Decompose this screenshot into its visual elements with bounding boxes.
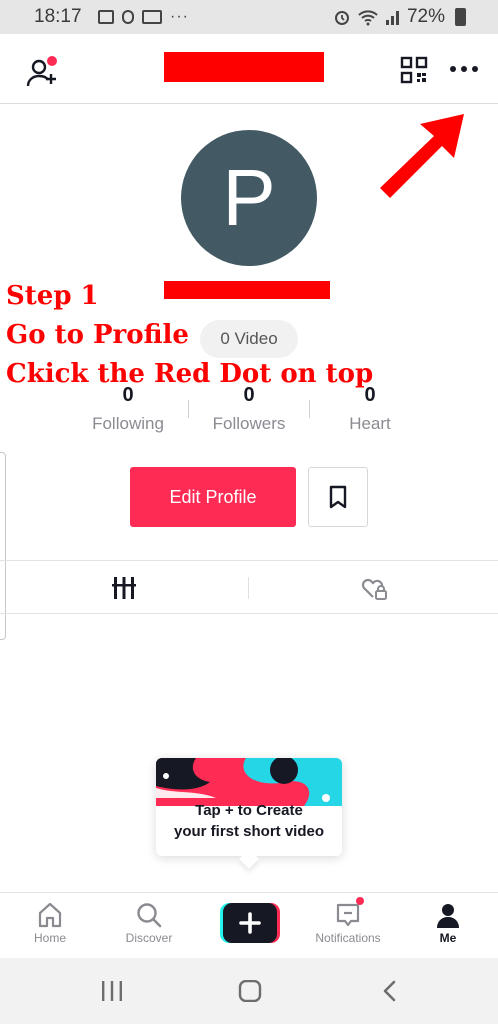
status-bar: 18:17 ··· 72% [0, 0, 498, 34]
liked-private-icon[interactable] [360, 575, 388, 601]
qr-code-icon[interactable] [400, 56, 428, 84]
nav-discover[interactable]: Discover [104, 901, 194, 945]
nav-me-label: Me [439, 931, 457, 945]
search-icon [137, 903, 162, 928]
tip-text: Tap + to Create your first short video [156, 800, 342, 842]
status-notification-icons: ··· [98, 8, 189, 26]
recent-apps-icon[interactable] [100, 980, 124, 1002]
wifi-icon [358, 10, 378, 26]
stat-value: 0 [243, 384, 255, 406]
tip-line-1: Tap + to Create [195, 802, 303, 819]
more-notifications-icon: ··· [170, 8, 189, 25]
stat-label: Following [92, 414, 164, 433]
nav-discover-label: Discover [125, 931, 173, 945]
battery-icon [455, 8, 466, 26]
edit-profile-button[interactable]: Edit Profile [130, 467, 296, 527]
step-title: Step 1 [6, 281, 99, 311]
tip-illustration [156, 758, 342, 806]
inbox-icon [336, 903, 360, 927]
username-redaction [164, 52, 324, 82]
tip-pointer [239, 849, 259, 869]
card-icon [142, 10, 162, 24]
nav-me[interactable]: Me [403, 901, 493, 945]
back-icon[interactable] [380, 980, 400, 1002]
create-plus-button[interactable] [220, 903, 280, 943]
step-line-1: Go to Profile [6, 320, 189, 350]
status-right: 72% [333, 6, 466, 28]
gallery-icon [98, 10, 114, 24]
nav-home[interactable]: Home [5, 901, 95, 945]
step-annotation: Step 1 Go to Profile Ckick the Red Dot o… [6, 277, 373, 394]
favorites-button[interactable] [308, 467, 368, 527]
avatar[interactable]: P [181, 130, 317, 266]
stat-value: 0 [122, 384, 134, 406]
nav-home-label: Home [33, 931, 66, 945]
battery-percent: 72% [406, 6, 445, 27]
bookmark-icon [329, 485, 347, 509]
app-notification-icon [122, 10, 134, 24]
nav-notifications[interactable]: Notifications [303, 897, 393, 945]
home-icon [38, 902, 62, 928]
system-nav-bar [0, 958, 498, 1024]
stat-heart[interactable]: 0 Heart [309, 384, 431, 434]
videos-grid-icon[interactable] [112, 577, 136, 599]
person-add-icon[interactable] [24, 54, 60, 90]
stat-followers[interactable]: 0 Followers [188, 384, 310, 434]
status-time: 18:17 [34, 6, 82, 27]
avatar-letter: P [222, 153, 276, 242]
create-tip-card[interactable]: Tap + to Create your first short video [156, 758, 342, 869]
nav-notifications-label: Notifications [315, 931, 381, 945]
tab-divider [248, 577, 249, 599]
profile-icon [437, 904, 459, 928]
annotation-arrow-icon [380, 114, 464, 198]
profile-tabs [0, 560, 498, 614]
profile-header [0, 34, 498, 104]
notification-dot [356, 897, 364, 905]
stat-value: 0 [364, 384, 376, 406]
bottom-nav: Home Discover Notifications Me [0, 892, 498, 958]
signal-icon [385, 11, 399, 25]
tip-line-2: your first short video [173, 823, 325, 840]
stat-label: Heart [349, 414, 391, 433]
home-button-icon[interactable] [238, 980, 262, 1002]
stat-label: Followers [212, 414, 286, 433]
stat-following[interactable]: 0 Following [67, 384, 189, 434]
more-horizontal-icon[interactable] [448, 60, 480, 78]
alarm-icon [334, 11, 349, 25]
